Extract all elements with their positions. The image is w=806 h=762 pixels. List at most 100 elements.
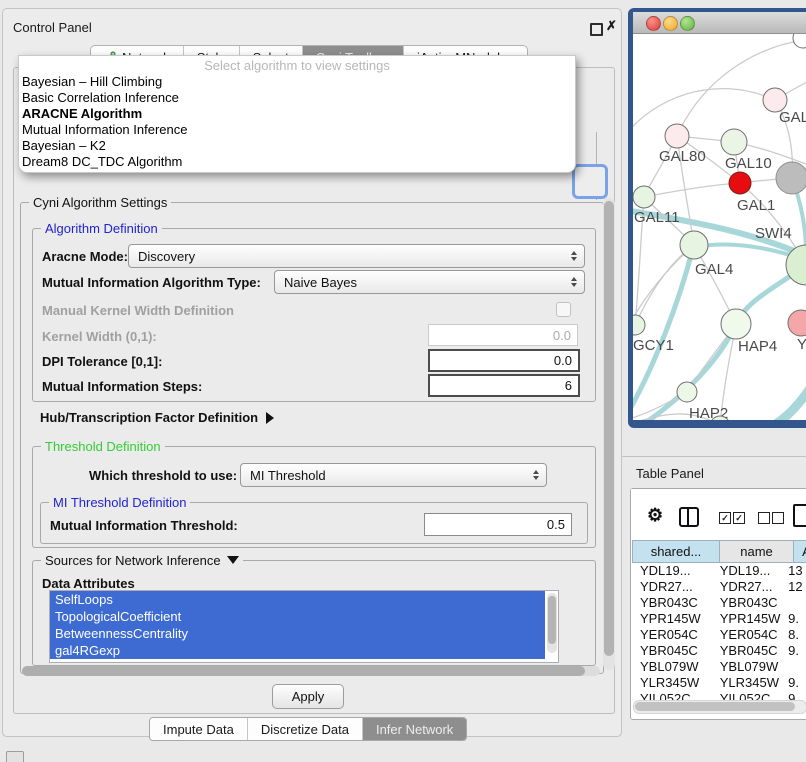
close-traffic-light-icon[interactable] — [646, 16, 661, 31]
table-cell[interactable]: YBL079W — [632, 659, 714, 675]
kernel-width-field[interactable]: 0.0 — [428, 324, 578, 346]
manual-kernel-checkbox[interactable] — [556, 302, 571, 317]
network-node-gal80[interactable] — [665, 124, 689, 148]
node-label: GCY1 — [633, 337, 674, 354]
float-window-icon[interactable] — [590, 23, 603, 36]
apply-button[interactable]: Apply — [272, 684, 344, 709]
table-cell[interactable]: YDL19... — [632, 563, 714, 579]
network-node-y[interactable] — [788, 310, 806, 336]
table-cell[interactable]: YLR345W — [632, 675, 714, 691]
sources-group-title[interactable]: Sources for Network Inference — [41, 553, 243, 568]
network-node-hap2[interactable] — [677, 382, 697, 402]
table-row[interactable]: YBL079WYBL079W — [632, 659, 806, 675]
algorithm-option[interactable]: Mutual Information Inference — [19, 122, 575, 138]
mini-panel-tab[interactable] — [6, 751, 24, 762]
table-horizontal-scrollbar[interactable] — [633, 700, 806, 714]
tab-infer-network[interactable]: Infer Network — [363, 718, 466, 740]
table-cell[interactable]: YER054C — [632, 627, 714, 643]
table-row[interactable]: YBR045CYBR045C9. — [632, 643, 806, 659]
table-cell[interactable]: YDR27... — [714, 579, 783, 595]
settings-hscrollbar-thumb[interactable] — [22, 666, 585, 676]
document-icon[interactable] — [793, 504, 806, 527]
network-node-gal4[interactable] — [680, 231, 708, 259]
table-cell[interactable]: YPR145W — [714, 611, 783, 627]
network-node-hap4[interactable] — [721, 309, 751, 339]
unchecked-checkbox-icon[interactable] — [772, 512, 784, 524]
network-node-gcy1[interactable] — [633, 315, 645, 335]
list-scrollbar[interactable] — [547, 593, 557, 653]
checked-checkbox-icon[interactable]: ✓ — [719, 512, 731, 524]
algorithm-option[interactable]: ARACNE Algorithm — [19, 106, 575, 122]
network-edge[interactable] — [635, 245, 694, 325]
algorithm-option[interactable]: Dream8 DC_TDC Algorithm — [19, 154, 575, 170]
checked-checkbox-icon[interactable]: ✓ — [733, 512, 745, 524]
table-cell[interactable]: YBR043C — [632, 595, 714, 611]
network-node[interactable] — [793, 34, 806, 48]
network-node-gal1[interactable] — [729, 172, 751, 194]
network-node-gal11[interactable] — [633, 186, 655, 208]
data-attribute-item[interactable]: SelfLoops — [50, 591, 545, 608]
table-cell[interactable]: YDL19... — [714, 563, 783, 579]
data-attribute-item[interactable]: BetweennessCentrality — [50, 625, 545, 642]
data-attributes-list[interactable]: SelfLoopsTopologicalCoefficientBetweenne… — [49, 590, 559, 663]
mi-steps-field[interactable]: 6 — [428, 374, 580, 397]
close-icon[interactable]: ✗ — [606, 18, 617, 34]
algorithm-option[interactable]: Bayesian – Hill Climbing — [19, 74, 575, 90]
table-cell[interactable]: YBR045C — [714, 643, 783, 659]
table-cell[interactable]: YBR043C — [714, 595, 783, 611]
tab-discretize-data[interactable]: Discretize Data — [248, 718, 363, 740]
table-row[interactable]: YDR27...YDR27...12 — [632, 579, 806, 595]
unchecked-checkbox-icon[interactable] — [758, 512, 770, 524]
aracne-mode-select[interactable]: Discovery — [128, 244, 585, 268]
column-header-a[interactable]: A — [794, 540, 806, 563]
table-hscrollbar-thumb[interactable] — [635, 702, 795, 711]
table-cell[interactable]: 9. — [783, 675, 806, 691]
split-view-icon[interactable] — [679, 507, 699, 527]
network-node-gal10[interactable] — [721, 129, 747, 155]
settings-horizontal-scrollbar[interactable] — [22, 666, 600, 676]
network-edge[interactable] — [761, 384, 806, 420]
table-row[interactable]: YDL19...YDL19...13 — [632, 563, 806, 579]
table-cell[interactable] — [783, 659, 806, 675]
data-attribute-item[interactable]: TopologicalCoefficient — [50, 608, 545, 625]
network-window-titlebar[interactable] — [633, 12, 806, 34]
mi-threshold-field[interactable]: 0.5 — [424, 513, 572, 536]
table-cell[interactable]: YBL079W — [714, 659, 783, 675]
network-node[interactable] — [776, 162, 806, 194]
gear-icon[interactable]: ⚙ — [647, 506, 663, 524]
network-edge[interactable] — [633, 89, 775, 136]
settings-scrollbar-thumb[interactable] — [604, 201, 614, 656]
table-row[interactable]: YER054CYER054C8. — [632, 627, 806, 643]
data-attribute-item[interactable]: gal4RGexp — [50, 642, 545, 659]
list-scrollbar-thumb[interactable] — [548, 596, 556, 644]
table-cell[interactable]: YLR345W — [714, 675, 783, 691]
dpi-tolerance-field[interactable]: 0.0 — [428, 349, 580, 372]
table-row[interactable]: YLR345WYLR345W9. — [632, 675, 806, 691]
mi-type-select[interactable]: Naive Bayes — [274, 270, 585, 294]
table-cell[interactable]: YDR27... — [632, 579, 714, 595]
table-cell[interactable]: YBR045C — [632, 643, 714, 659]
table-cell[interactable]: YER054C — [714, 627, 783, 643]
table-cell[interactable]: 8. — [783, 627, 806, 643]
table-cell[interactable]: 13 — [783, 563, 806, 579]
column-header-shared[interactable]: shared... — [632, 540, 720, 563]
table-cell[interactable]: 9. — [783, 611, 806, 627]
zoom-traffic-light-icon[interactable] — [680, 16, 695, 31]
table-cell[interactable]: 12 — [783, 579, 806, 595]
hub-definition-expander[interactable]: Hub/Transcription Factor Definition — [40, 410, 274, 425]
tab-impute-data[interactable]: Impute Data — [150, 718, 248, 740]
algorithm-option[interactable]: Basic Correlation Inference — [19, 90, 575, 106]
settings-vertical-scrollbar[interactable] — [603, 198, 615, 670]
network-canvas[interactable]: GALGAL80GAL10GAL1GAL11SWI4GAL4GCY1HAP4YH… — [633, 34, 806, 420]
table-row[interactable]: YPR145WYPR145W9. — [632, 611, 806, 627]
table-cell[interactable]: 9. — [783, 643, 806, 659]
column-header-name[interactable]: name — [720, 540, 794, 563]
table-cell[interactable] — [783, 595, 806, 611]
table-cell[interactable]: YPR145W — [632, 611, 714, 627]
table-row[interactable]: YBR043CYBR043C — [632, 595, 806, 611]
inference-algorithm-combo-fragment[interactable] — [572, 164, 608, 199]
minimize-traffic-light-icon[interactable] — [663, 16, 678, 31]
network-edge[interactable] — [644, 183, 740, 197]
which-threshold-select[interactable]: MI Threshold — [240, 463, 547, 487]
algorithm-option[interactable]: Bayesian – K2 — [19, 138, 575, 154]
